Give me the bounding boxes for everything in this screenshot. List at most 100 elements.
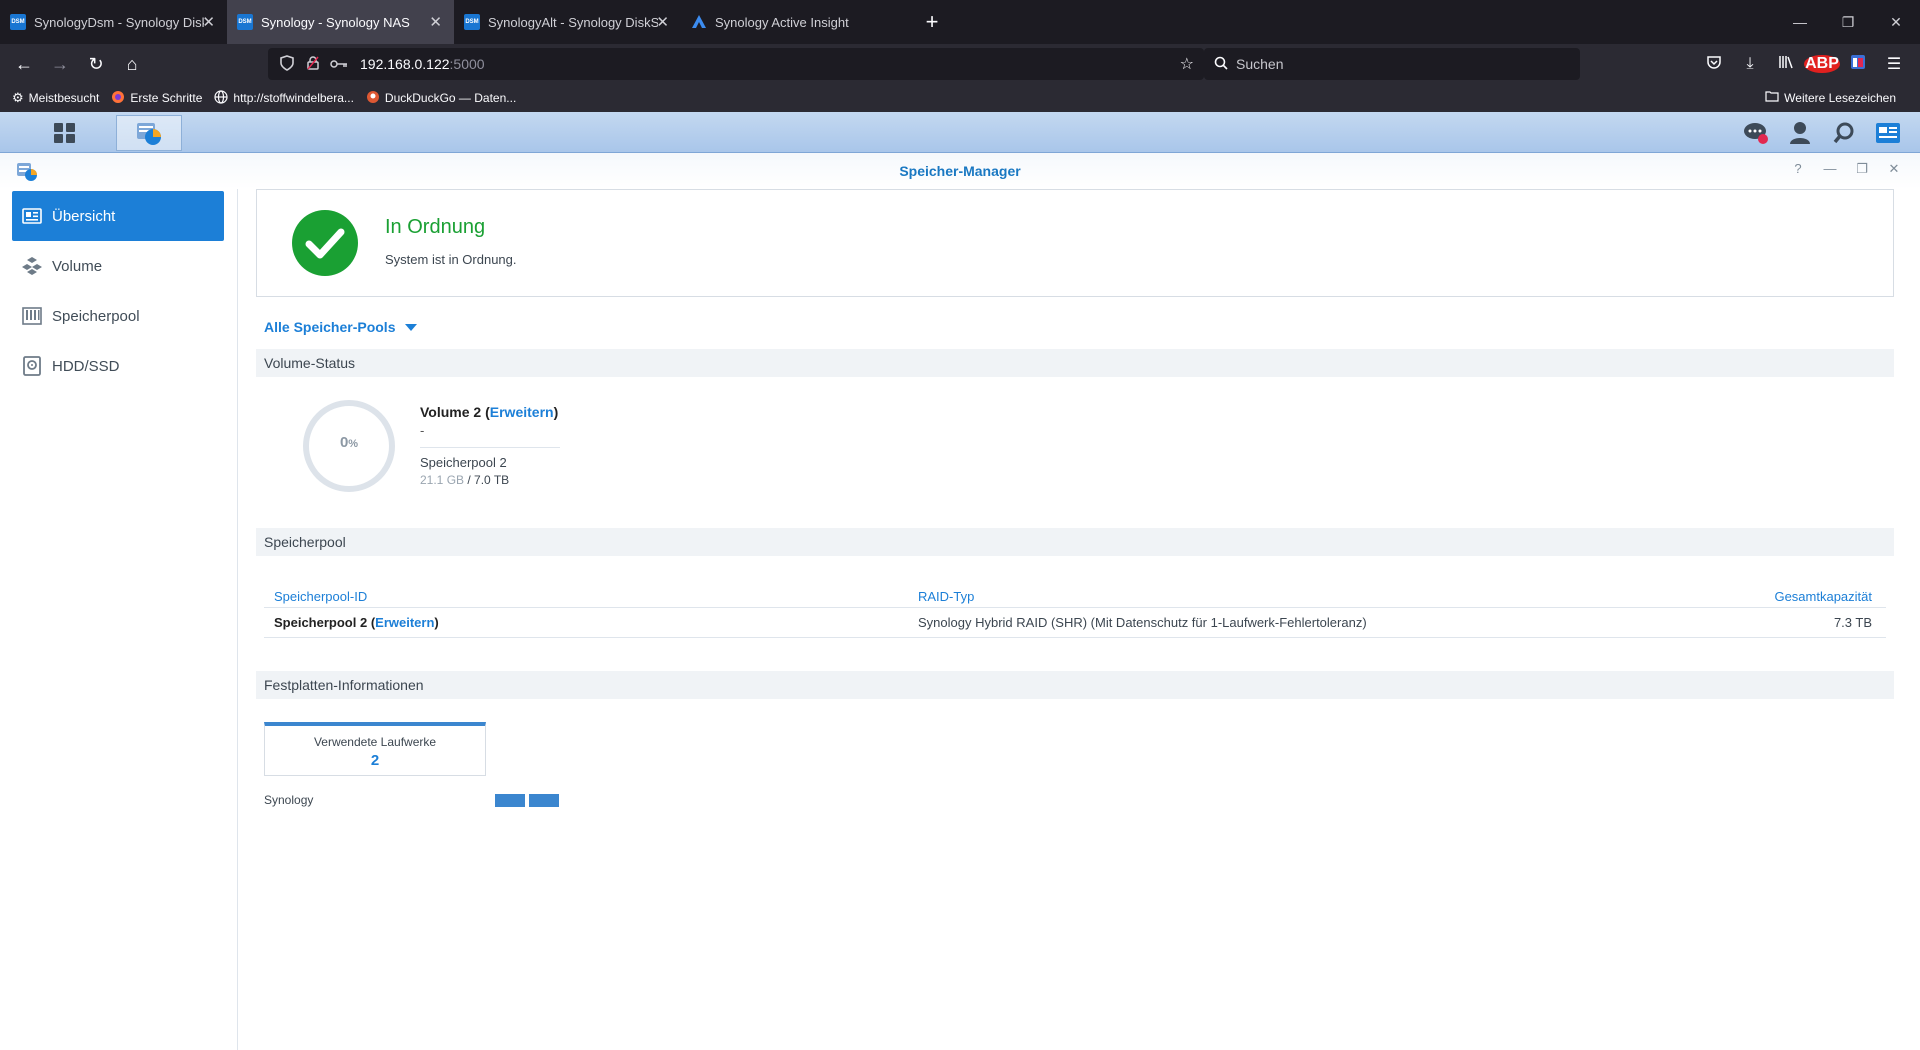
browser-tab[interactable]: DSM SynologyAlt - Synology DiskStation ✕ [454, 0, 681, 44]
url-bar[interactable]: 192.168.0.122:5000 ☆ [268, 48, 1204, 80]
sidebar: Übersicht Volume Speicherpool HDD/SSD [0, 189, 238, 1050]
volume-expand-link[interactable]: Erweitern [490, 404, 554, 420]
library-icon[interactable] [1768, 54, 1804, 75]
help-icon[interactable]: ? [1782, 161, 1814, 177]
window-title-controls: ? — ❐ ✕ [1782, 161, 1910, 177]
extension-icon[interactable] [1840, 54, 1876, 75]
pool-expand-link[interactable]: Erweitern [375, 615, 434, 630]
close-window-icon[interactable]: ✕ [1872, 0, 1920, 44]
column-header-pool-id[interactable]: Speicherpool-ID [274, 589, 367, 604]
status-ok-icon [292, 210, 358, 276]
search-icon[interactable] [1822, 122, 1866, 144]
table-row[interactable]: Speicherpool 2 (Erweitern) Synology Hybr… [264, 610, 1886, 638]
bookmark-item[interactable]: http://stoffwindelbera... [214, 89, 354, 107]
other-bookmarks-label: Weitere Lesezeichen [1784, 90, 1896, 105]
dsm-favicon-icon: DSM [237, 14, 253, 30]
capacity-cell: 7.3 TB [1833, 615, 1872, 630]
url-port: :5000 [449, 56, 485, 72]
browser-tab-active[interactable]: DSM Synology - Synology NAS ✕ [227, 0, 454, 44]
sidebar-item-label: HDD/SSD [52, 357, 120, 375]
used-drives-label: Verwendete Laufwerke [313, 735, 437, 749]
search-placeholder: Suchen [1236, 56, 1284, 72]
forward-arrow-icon[interactable]: → [42, 48, 78, 80]
adblock-icon[interactable]: ABP [1804, 55, 1840, 73]
sidebar-item-overview[interactable]: Übersicht [12, 191, 224, 241]
dsm-taskbar [0, 112, 1920, 153]
sidebar-item-storage-pool[interactable]: Speicherpool [12, 291, 224, 341]
browser-tab[interactable]: DSM SynologyDsm - Synology DiskStation ✕ [0, 0, 227, 44]
close-window-icon[interactable]: ✕ [1878, 161, 1910, 177]
bookmark-item[interactable]: ⚙ Meistbesucht [12, 90, 99, 106]
volume-description: - [420, 423, 425, 438]
back-arrow-icon[interactable]: ← [6, 48, 42, 80]
download-icon[interactable]: ⤓ [1732, 55, 1768, 73]
volume-pool: Speicherpool 2 [420, 455, 507, 470]
storage-pool-icon [22, 306, 42, 326]
bookmark-star-icon[interactable]: ☆ [1180, 54, 1194, 74]
drive-bay-2[interactable] [529, 794, 559, 807]
shield-icon[interactable] [274, 54, 300, 74]
user-icon[interactable] [1778, 121, 1822, 145]
raid-type-cell: Synology Hybrid RAID (SHR) (Mit Datensch… [918, 615, 1367, 630]
home-icon[interactable]: ⌂ [114, 48, 150, 80]
hdd-icon [22, 356, 42, 376]
sidebar-item-label: Volume [52, 257, 103, 275]
taskbar-right [1734, 112, 1910, 153]
restore-icon[interactable]: ❐ [1824, 0, 1872, 44]
bookmark-label: http://stoffwindelbera... [233, 91, 354, 105]
volume-size: 21.1 GB / 7.0 TB [420, 473, 510, 487]
menu-icon[interactable]: ☰ [1876, 54, 1912, 74]
bookmark-item[interactable]: Erste Schritte [111, 90, 202, 107]
used-drives-count: 2 [370, 752, 380, 769]
tab-title: Synology Active Insight [715, 14, 849, 30]
pool-filter-label: Alle Speicher-Pools [264, 319, 396, 335]
drive-bay-1[interactable] [495, 794, 525, 807]
browser-tab-bar: DSM SynologyDsm - Synology DiskStation ✕… [0, 0, 1920, 44]
toolbar-right: ⤓ ABP ☰ [1696, 44, 1912, 84]
close-icon[interactable]: ✕ [202, 13, 215, 31]
bookmark-item[interactable]: DuckDuckGo — Daten... [366, 90, 516, 107]
other-bookmarks[interactable]: Weitere Lesezeichen [1765, 90, 1896, 105]
close-icon[interactable]: ✕ [656, 13, 669, 31]
sidebar-item-volume[interactable]: Volume [12, 241, 224, 291]
volume-usage-percent: 0% [302, 434, 396, 451]
status-title: In Ordnung [385, 216, 486, 238]
volume-used: 21.1 GB [420, 473, 465, 487]
search-input[interactable]: Suchen [1204, 48, 1580, 80]
sidebar-item-hdd-ssd[interactable]: HDD/SSD [12, 341, 224, 391]
maximize-window-icon[interactable]: ❐ [1846, 161, 1878, 177]
main-menu-icon [54, 123, 75, 143]
sidebar-item-label: Speicherpool [52, 307, 140, 325]
widgets-icon[interactable] [1866, 122, 1910, 144]
section-header-storage-pool: Speicherpool [256, 528, 1894, 556]
column-header-raid-type[interactable]: RAID-Typ [918, 589, 974, 604]
dsm-favicon-icon: DSM [464, 14, 480, 30]
column-header-capacity[interactable]: Gesamtkapazität [1774, 589, 1872, 604]
bookmarks-bar: ⚙ Meistbesucht Erste Schritte http://sto… [0, 84, 1920, 112]
new-tab-button[interactable]: + [918, 9, 946, 35]
key-icon[interactable] [326, 56, 352, 72]
lock-icon[interactable] [300, 55, 326, 73]
browser-tab[interactable]: Synology Active Insight [681, 0, 908, 44]
bookmark-label: DuckDuckGo — Daten... [384, 91, 517, 105]
storage-manager-taskbar-button[interactable] [116, 115, 182, 151]
tab-title: SynologyAlt - Synology DiskStation [488, 14, 658, 30]
window-title: Speicher-Manager [899, 163, 1021, 179]
section-header-volume-status: Volume-Status [256, 349, 1894, 377]
minimize-icon[interactable]: — [1776, 0, 1824, 44]
dsm-favicon-icon: DSM [10, 14, 26, 30]
pool-filter-dropdown[interactable]: Alle Speicher-Pools [264, 319, 418, 335]
duckduckgo-icon [366, 90, 380, 107]
reload-icon[interactable]: ↻ [78, 48, 114, 80]
divider [420, 447, 560, 448]
notification-icon[interactable] [1734, 121, 1778, 145]
close-icon[interactable]: ✕ [429, 13, 442, 31]
storage-manager-icon [16, 161, 38, 186]
minimize-window-icon[interactable]: — [1814, 161, 1846, 177]
pocket-icon[interactable] [1696, 54, 1732, 75]
search-icon [1214, 56, 1228, 73]
window-title-bar[interactable]: Speicher-Manager ? — ❐ ✕ [0, 153, 1920, 189]
volume-total: 7.0 TB [474, 473, 510, 487]
volume-icon [22, 256, 42, 276]
main-menu-button[interactable] [30, 115, 100, 151]
